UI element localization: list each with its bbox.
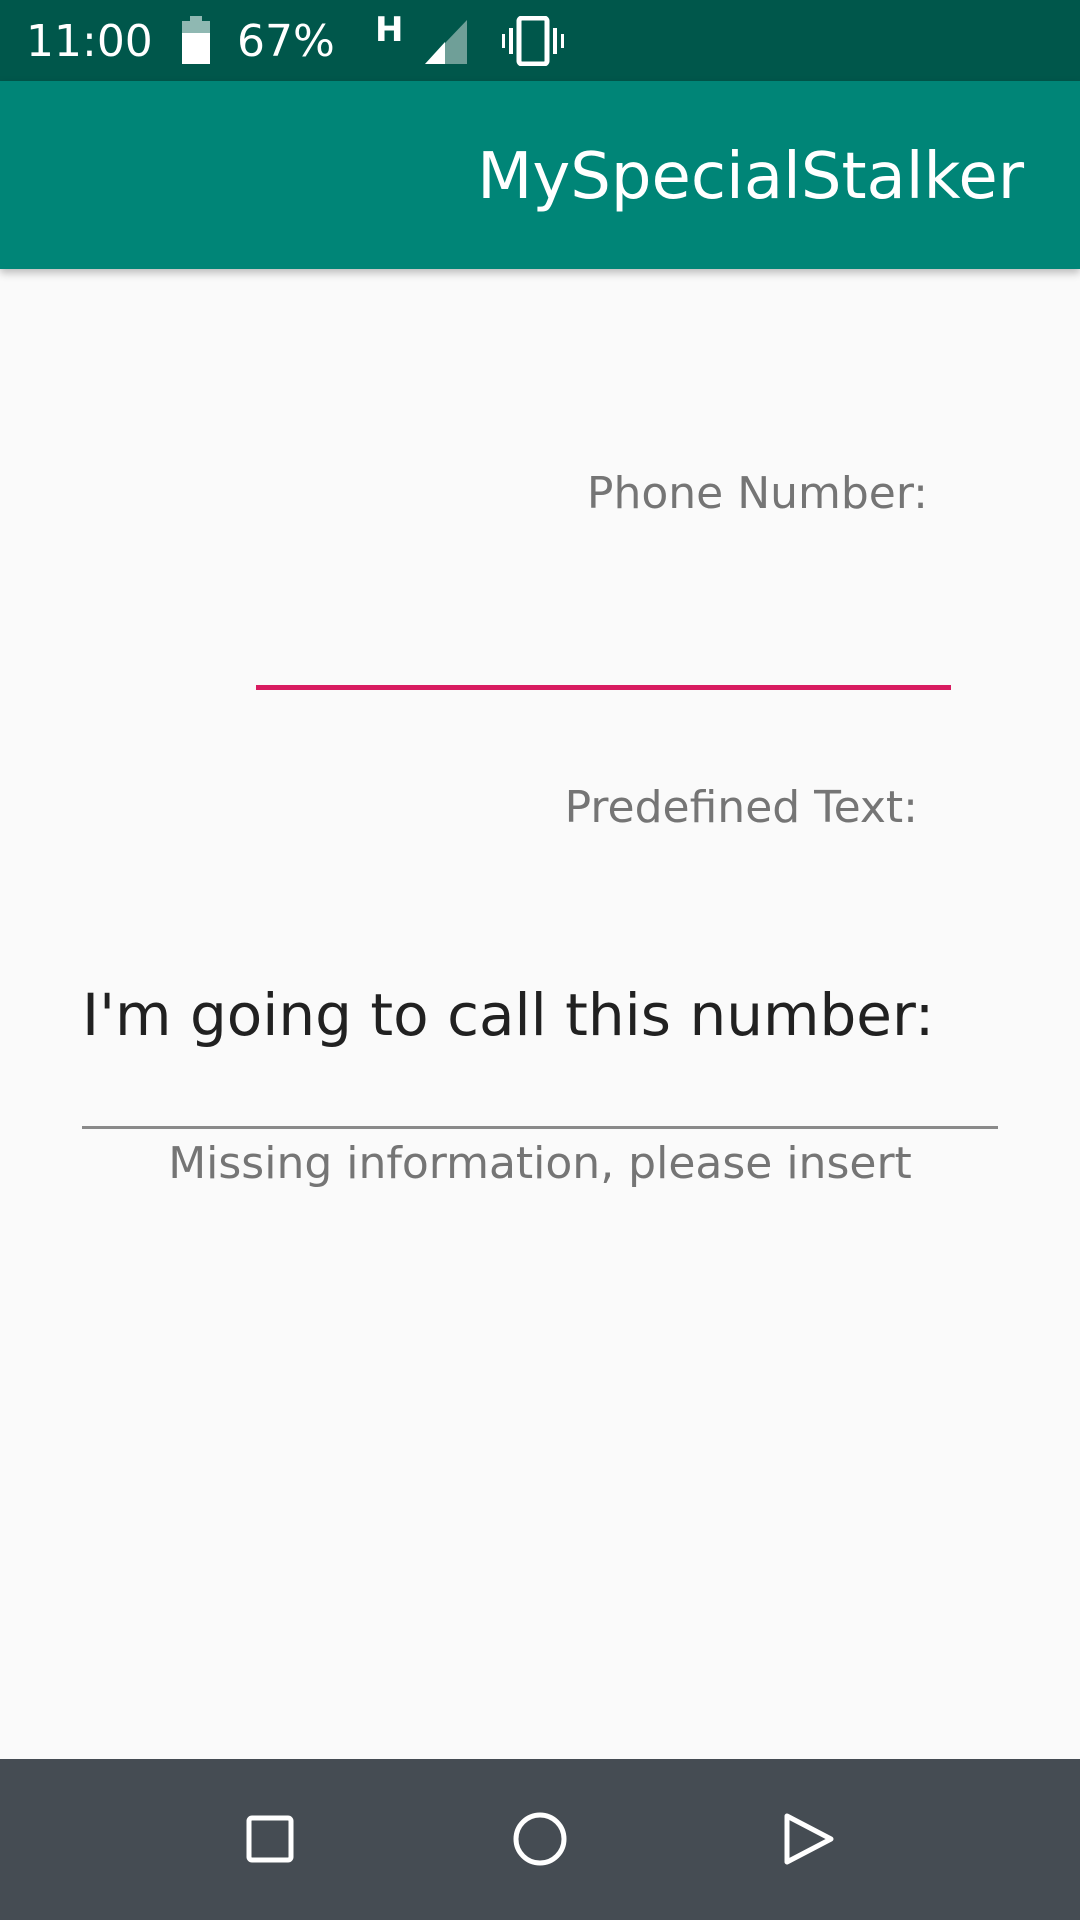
predefined-text-label: Predefined Text: xyxy=(564,782,918,833)
vibrate-icon xyxy=(502,16,564,66)
call-heading: I'm going to call this number: xyxy=(82,981,935,1049)
phone-number-input[interactable] xyxy=(256,560,951,685)
back-icon xyxy=(784,1813,834,1865)
phone-input-underline xyxy=(256,685,951,690)
predefined-text-field[interactable] xyxy=(82,1060,1002,1130)
status-time: 11:00 xyxy=(26,16,153,67)
network-type-indicator: H xyxy=(375,10,404,50)
battery-icon xyxy=(182,16,210,64)
navigation-bar xyxy=(0,1759,1080,1920)
battery-percent: 67% xyxy=(237,16,335,67)
text-input-underline xyxy=(82,1126,998,1129)
predefined-text-input[interactable] xyxy=(82,1060,1002,1128)
home-button[interactable] xyxy=(480,1779,600,1899)
app-bar: MySpecialStalker xyxy=(0,81,1080,269)
recents-button[interactable] xyxy=(210,1779,330,1899)
recents-icon xyxy=(246,1815,294,1863)
app-title: MySpecialStalker xyxy=(477,140,1024,214)
phone-number-field[interactable] xyxy=(256,560,951,690)
back-button[interactable] xyxy=(748,1779,868,1899)
status-bar: 11:00 67% H xyxy=(0,0,1080,81)
signal-icon xyxy=(425,20,467,64)
home-icon xyxy=(513,1812,567,1866)
phone-number-label: Phone Number: xyxy=(586,468,928,519)
missing-info-message: Missing information, please insert xyxy=(168,1138,912,1189)
